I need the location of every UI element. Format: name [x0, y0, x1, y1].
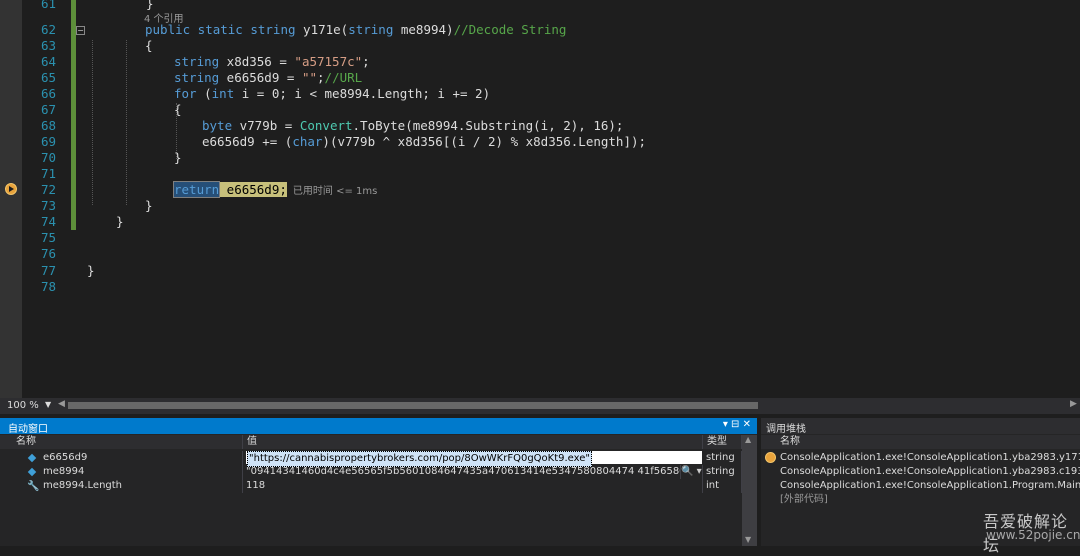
- variable-value[interactable]: 118: [243, 479, 703, 493]
- variable-type: int: [703, 479, 742, 493]
- variable-name: me8994.Length: [43, 480, 123, 491]
- call-stack-frame-external[interactable]: [外部代码]: [761, 493, 1080, 507]
- code-line-78: 78: [0, 279, 1080, 295]
- line-number: 64: [40, 54, 56, 69]
- column-header-name[interactable]: 名称: [0, 435, 243, 449]
- line-number: 77: [40, 263, 56, 278]
- code-text: }: [146, 0, 154, 11]
- code-line-66: 66 for (int i = 0; i < me8994.Length; i …: [0, 86, 1080, 102]
- current-statement-highlight: return: [172, 181, 221, 198]
- variable-name: me8994: [43, 466, 85, 477]
- code-text: {: [174, 102, 182, 117]
- call-stack-titlebar[interactable]: 调用堆栈: [761, 418, 1080, 435]
- call-stack-title: 调用堆栈: [766, 424, 806, 435]
- line-number: 76: [40, 246, 56, 261]
- scroll-down-icon[interactable]: ▼: [745, 535, 751, 544]
- code-line-73: 73 }: [0, 198, 1080, 214]
- line-number: 75: [40, 230, 56, 245]
- field-icon: [27, 453, 37, 463]
- code-text: }: [145, 198, 153, 213]
- line-number: 61: [40, 0, 56, 11]
- zoom-level[interactable]: 100 %: [7, 400, 39, 411]
- code-line-68: 68 byte v779b = Convert.ToByte(me8994.Su…: [0, 118, 1080, 134]
- variable-type: string: [703, 465, 742, 479]
- column-header-type[interactable]: 类型: [703, 435, 742, 449]
- text-visualizer-icon[interactable]: 🔍 ▾: [681, 465, 703, 479]
- code-line-67: 67 {: [0, 102, 1080, 118]
- autos-window: 自动窗口 ▾ ⊟ ✕ 名称 值 类型 e6656d9 "https://cann…: [0, 418, 757, 546]
- code-line-76: 76: [0, 246, 1080, 262]
- window-buttons[interactable]: ▾ ⊟ ✕: [723, 419, 751, 430]
- line-number: 78: [40, 279, 56, 294]
- code-editor[interactable]: − 4 个引用 61 } 62 public static string y17…: [0, 0, 1080, 398]
- chevron-down-icon[interactable]: ▼: [45, 400, 51, 409]
- code-text: for (int i = 0; i < me8994.Length; i += …: [174, 86, 491, 101]
- scroll-left-icon[interactable]: ◀: [58, 399, 65, 409]
- code-text: public static string y171e(string me8994…: [145, 22, 567, 37]
- editor-zoom-bar: 100 % ▼ ◀ ▶: [0, 398, 1080, 414]
- value-edit-box[interactable]: "https://cannabispropertybrokers.com/pop…: [246, 451, 702, 467]
- autos-row-e6656d9[interactable]: e6656d9 "https://cannabispropertybrokers…: [0, 451, 742, 467]
- code-line-74: 74 }: [0, 214, 1080, 230]
- column-header-value[interactable]: 值: [243, 435, 703, 449]
- field-icon: [27, 467, 37, 477]
- code-text: e6656d9 += (char)(v779b ^ x8d356[(i / 2)…: [202, 134, 647, 149]
- variable-type: string: [703, 451, 742, 465]
- code-text: string x8d356 = "a57157c";: [174, 54, 370, 69]
- code-line-77: 77 }: [0, 263, 1080, 279]
- code-text: }: [87, 263, 95, 278]
- call-stack-column-header[interactable]: 名称: [761, 435, 1080, 449]
- variable-value[interactable]: "09414341460d4c4e56565f5b5601084647435a4…: [243, 465, 681, 479]
- vertical-scrollbar[interactable]: ▲ ▼: [742, 435, 757, 546]
- line-number: 70: [40, 150, 56, 165]
- call-stack-frame[interactable]: ConsoleApplication1.exe!ConsoleApplicati…: [761, 451, 1080, 465]
- scroll-up-icon[interactable]: ▲: [745, 435, 751, 444]
- autos-row-me8994-length[interactable]: 🔧 me8994.Length 118 int: [0, 479, 742, 493]
- code-line-69: 69 e6656d9 += (char)(v779b ^ x8d356[(i /…: [0, 134, 1080, 150]
- line-number: 73: [40, 198, 56, 213]
- horizontal-scrollbar-thumb[interactable]: [68, 402, 758, 409]
- code-line-71: 71: [0, 166, 1080, 182]
- code-line-75: 75: [0, 230, 1080, 246]
- line-number: 66: [40, 86, 56, 101]
- line-number: 63: [40, 38, 56, 53]
- code-line-63: 63 {: [0, 38, 1080, 54]
- line-number: 74: [40, 214, 56, 229]
- watermark-url: www.52pojie.cn: [986, 528, 1080, 542]
- code-line-72: 72 return e6656d9; 已用时间 <= 1ms: [0, 181, 1080, 198]
- perf-tip[interactable]: 已用时间 <= 1ms: [293, 186, 377, 197]
- autos-window-titlebar[interactable]: 自动窗口 ▾ ⊟ ✕: [0, 418, 757, 435]
- current-frame-icon: [765, 452, 776, 463]
- line-number: 65: [40, 70, 56, 85]
- autos-window-title: 自动窗口: [8, 424, 48, 435]
- line-number: 68: [40, 118, 56, 133]
- code-line-64: 64 string x8d356 = "a57157c";: [0, 54, 1080, 70]
- code-text: {: [145, 38, 153, 53]
- code-line-70: 70 }: [0, 150, 1080, 166]
- call-stack-frame[interactable]: ConsoleApplication1.exe!ConsoleApplicati…: [761, 465, 1080, 479]
- code-line-62: 62 public static string y171e(string me8…: [0, 22, 1080, 38]
- line-number: 71: [40, 166, 56, 181]
- code-text: byte v779b = Convert.ToByte(me8994.Subst…: [202, 118, 624, 133]
- line-number: 67: [40, 102, 56, 117]
- call-stack-frame[interactable]: ConsoleApplication1.exe!ConsoleApplicati…: [761, 479, 1080, 493]
- line-number: 69: [40, 134, 56, 149]
- variable-name: e6656d9: [43, 452, 88, 463]
- line-number: 62: [40, 22, 56, 37]
- autos-row-me8994[interactable]: me8994 "09414341460d4c4e56565f5b56010846…: [0, 465, 742, 479]
- code-line-65: 65 string e6656d9 = "";//URL: [0, 70, 1080, 86]
- line-number: 72: [40, 182, 56, 197]
- code-text: string e6656d9 = "";//URL: [174, 70, 363, 85]
- wrench-icon: 🔧: [27, 481, 40, 492]
- code-line-61: 61 }: [0, 0, 1080, 12]
- code-text: }: [174, 150, 182, 165]
- scroll-right-icon[interactable]: ▶: [1070, 399, 1077, 409]
- code-text: }: [116, 214, 124, 229]
